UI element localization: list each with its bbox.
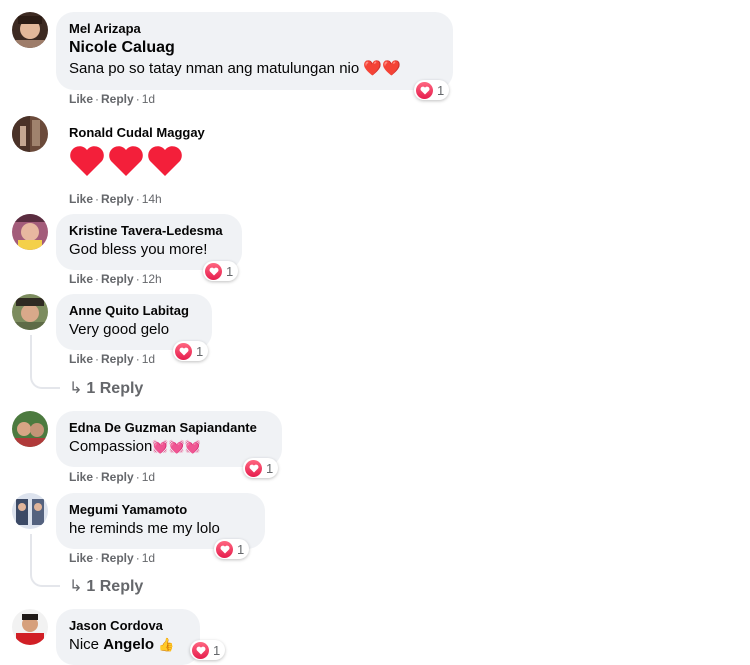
view-replies-link[interactable]: ↳ 1 Reply bbox=[69, 577, 143, 597]
comment-actions: Like · Reply · 1d bbox=[69, 92, 156, 106]
comment-author[interactable]: Kristine Tavera-Ledesma bbox=[69, 222, 229, 239]
timestamp[interactable]: 12h bbox=[142, 272, 162, 286]
like-link[interactable]: Like bbox=[69, 92, 93, 106]
love-reaction-icon bbox=[216, 540, 233, 558]
reaction-count[interactable]: 1 bbox=[214, 539, 250, 559]
like-link[interactable]: Like bbox=[69, 352, 93, 366]
comment-author[interactable]: Edna De Guzman Sapiandante bbox=[69, 419, 269, 436]
timestamp[interactable]: 1d bbox=[142, 352, 155, 366]
timestamp[interactable]: 1d bbox=[142, 92, 155, 106]
love-reaction-icon bbox=[192, 641, 209, 659]
reply-link[interactable]: Reply bbox=[101, 92, 134, 106]
avatar[interactable] bbox=[12, 214, 48, 250]
reaction-count[interactable]: 1 bbox=[173, 341, 209, 361]
comment-actions: Like · Reply · 1d bbox=[69, 470, 156, 484]
reply-link[interactable]: Reply bbox=[101, 192, 134, 206]
big-heart-emojis bbox=[69, 144, 183, 178]
avatar[interactable] bbox=[12, 116, 48, 152]
reaction-count[interactable]: 1 bbox=[243, 458, 279, 478]
comment-text: Sana po so tatay nman ang matulungan nio… bbox=[69, 60, 401, 77]
like-link[interactable]: Like bbox=[69, 551, 93, 565]
comment-actions: Like · Reply · 14h bbox=[69, 192, 162, 206]
comment-bubble: Mel Arizapa Nicole Caluag Sana po so tat… bbox=[56, 12, 453, 90]
comment-author[interactable]: Jason Cordova bbox=[69, 617, 187, 634]
reply-link[interactable]: Reply bbox=[101, 272, 134, 286]
reaction-count[interactable]: 1 bbox=[190, 640, 226, 660]
timestamp[interactable]: 1d bbox=[142, 551, 155, 565]
reply-thread-line bbox=[30, 335, 60, 389]
love-reaction-icon bbox=[205, 262, 222, 280]
avatar[interactable] bbox=[12, 12, 48, 48]
avatar[interactable] bbox=[12, 609, 48, 645]
reaction-count[interactable]: 1 bbox=[203, 261, 239, 281]
reaction-count[interactable]: 1 bbox=[414, 80, 450, 100]
comment-actions: Like · Reply · 1d bbox=[69, 551, 156, 565]
love-reaction-icon bbox=[245, 459, 262, 477]
thumbs-up-emoji-icon: 👍 bbox=[158, 637, 175, 652]
comment-actions: Like · Reply · 1d bbox=[69, 352, 156, 366]
comment-actions: Like · Reply · 12h bbox=[69, 272, 162, 286]
mention-link[interactable]: Angelo bbox=[103, 636, 154, 653]
reply-arrow-icon: ↳ bbox=[69, 578, 83, 595]
comment-author[interactable]: Mel Arizapa bbox=[69, 20, 440, 37]
love-reaction-icon bbox=[416, 81, 433, 99]
avatar[interactable] bbox=[12, 294, 48, 330]
heart-emoji-icon: 💓💓💓 bbox=[152, 439, 201, 454]
heart-emoji-icon: ❤️❤️ bbox=[363, 60, 401, 77]
reply-arrow-icon: ↳ bbox=[69, 380, 83, 397]
comment-text: he reminds me my lolo bbox=[69, 520, 220, 537]
comment-text: Very good gelo bbox=[69, 321, 170, 338]
comment-text: Compassion💓💓💓 bbox=[69, 438, 201, 455]
mention-link[interactable]: Nicole Caluag bbox=[69, 37, 440, 58]
heart-emoji-icon bbox=[109, 146, 143, 176]
comment-text: Nice Angelo 👍 bbox=[69, 636, 175, 653]
avatar[interactable] bbox=[12, 493, 48, 529]
timestamp[interactable]: 14h bbox=[142, 192, 162, 206]
reply-link[interactable]: Reply bbox=[101, 470, 134, 484]
reply-link[interactable]: Reply bbox=[101, 352, 134, 366]
timestamp[interactable]: 1d bbox=[142, 470, 155, 484]
comment-author[interactable]: Ronald Cudal Maggay bbox=[69, 124, 205, 141]
like-link[interactable]: Like bbox=[69, 470, 93, 484]
like-link[interactable]: Like bbox=[69, 192, 93, 206]
comment-author[interactable]: Anne Quito Labitag bbox=[69, 302, 199, 319]
reply-link[interactable]: Reply bbox=[101, 551, 134, 565]
like-link[interactable]: Like bbox=[69, 272, 93, 286]
reply-thread-line bbox=[30, 534, 60, 587]
heart-emoji-icon bbox=[70, 146, 104, 176]
comment-author[interactable]: Megumi Yamamoto bbox=[69, 501, 252, 518]
love-reaction-icon bbox=[175, 342, 192, 360]
heart-emoji-icon bbox=[148, 146, 182, 176]
avatar[interactable] bbox=[12, 411, 48, 447]
comment-bubble: Jason Cordova Nice Angelo 👍 bbox=[56, 609, 200, 665]
comment-text: God bless you more! bbox=[69, 241, 208, 258]
view-replies-link[interactable]: ↳ 1 Reply bbox=[69, 379, 143, 399]
